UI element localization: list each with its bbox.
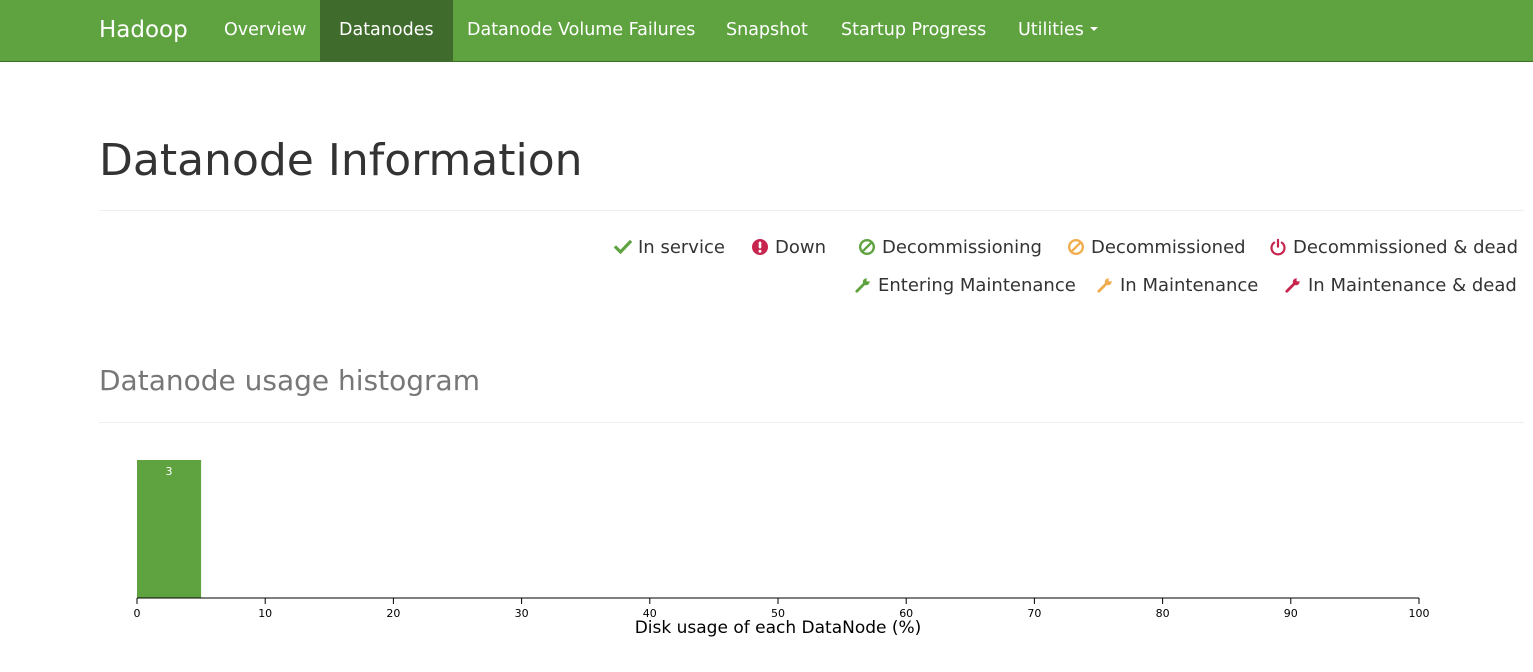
x-axis-tick-label: 20 xyxy=(386,607,400,620)
power-icon xyxy=(1270,238,1286,256)
caret-down-icon xyxy=(1089,27,1098,31)
legend-in-service: In service xyxy=(614,236,725,260)
histogram-bar xyxy=(137,460,202,598)
nav-utilities-dropdown[interactable]: Utilities xyxy=(1018,0,1098,61)
nav-snapshot[interactable]: Snapshot xyxy=(726,0,808,61)
nav-startup-progress[interactable]: Startup Progress xyxy=(841,0,986,61)
ban-icon xyxy=(858,238,876,256)
wrench-icon xyxy=(1097,278,1112,293)
legend-label: In Maintenance xyxy=(1120,275,1259,296)
nav-datanodes[interactable]: Datanodes xyxy=(320,0,453,61)
legend-decommissioned: Decommissioned xyxy=(1067,236,1246,260)
x-axis-tick-label: 80 xyxy=(1156,607,1170,620)
wrench-icon xyxy=(855,278,870,293)
wrench-icon xyxy=(1285,278,1300,293)
usage-histogram-chart: 30 10 20 30 40 50 60 70 80 90 100Disk usage of eac… xyxy=(134,460,1430,638)
legend-label: Entering Maintenance xyxy=(878,275,1076,296)
legend-label: Decommissioned xyxy=(1091,237,1246,258)
x-axis-label: Disk usage of each DataNode (%) xyxy=(635,618,922,638)
page-title: Datanode Information xyxy=(99,135,583,186)
brand-logo[interactable]: Hadoop xyxy=(99,0,188,61)
top-navbar: Hadoop Overview Datanodes Datanode Volum… xyxy=(0,0,1533,62)
x-axis-tick-label: 100 xyxy=(1409,607,1430,620)
legend-label: Down xyxy=(775,237,827,258)
section-divider xyxy=(99,422,1524,423)
legend-label: In service xyxy=(638,237,725,258)
legend-in-maintenance: In Maintenance xyxy=(1096,274,1258,298)
x-axis-tick-label: 70 xyxy=(1027,607,1041,620)
legend-decommissioned-dead: Decommissioned & dead xyxy=(1269,236,1518,260)
title-divider xyxy=(99,210,1524,211)
x-axis-tick-label: 10 xyxy=(258,607,272,620)
nav-overview[interactable]: Overview xyxy=(224,0,306,61)
x-axis-tick-label: 0 xyxy=(134,607,141,620)
nav-utilities-label: Utilities xyxy=(1018,20,1084,40)
x-axis-tick-label: 90 xyxy=(1284,607,1298,620)
histogram-bar-count-label: 3 xyxy=(166,465,173,478)
legend-label: Decommissioning xyxy=(882,237,1042,258)
exclamation-circle-icon xyxy=(752,239,768,255)
legend-in-maintenance-dead: In Maintenance & dead xyxy=(1284,274,1517,298)
legend-decommissioning: Decommissioning xyxy=(858,236,1042,260)
legend-label: Decommissioned & dead xyxy=(1293,237,1519,258)
legend-entering-maintenance: Entering Maintenance xyxy=(854,274,1076,298)
check-icon xyxy=(614,239,632,255)
nav-datanode-volume-failures[interactable]: Datanode Volume Failures xyxy=(467,0,695,61)
histogram-section-title: Datanode usage histogram xyxy=(99,364,480,397)
x-axis-tick-label: 30 xyxy=(515,607,529,620)
legend-label: In Maintenance & dead xyxy=(1308,275,1517,296)
legend-down: Down xyxy=(751,236,826,260)
ban-icon xyxy=(1067,238,1085,256)
